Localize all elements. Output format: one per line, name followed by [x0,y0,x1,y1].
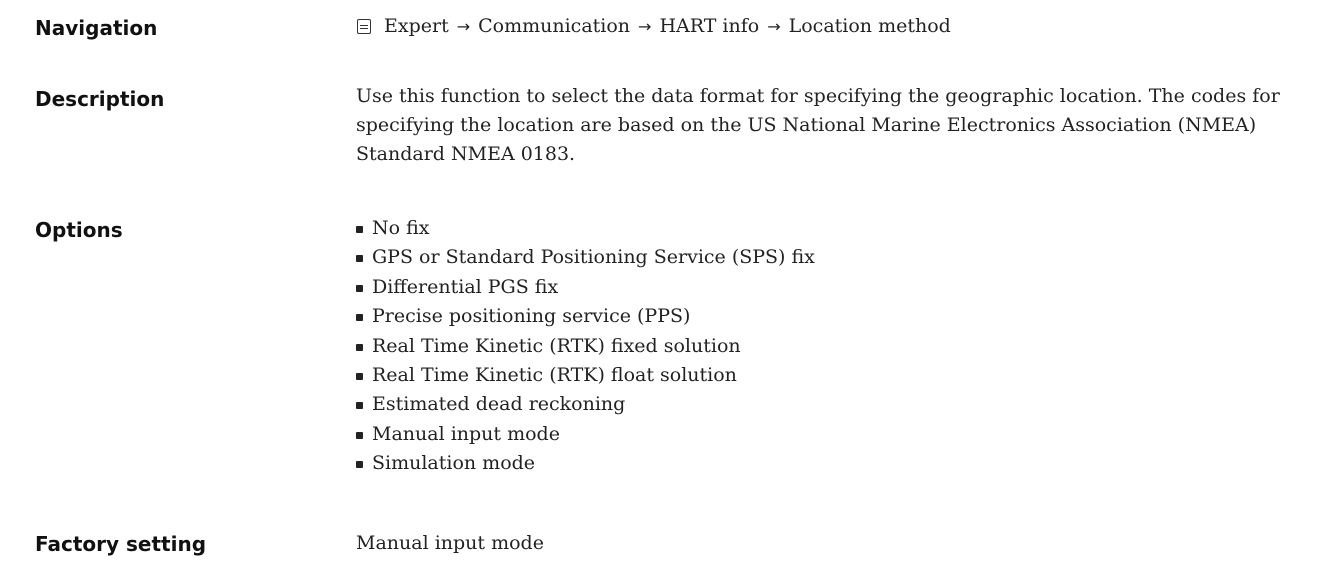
factory-setting-value: Manual input mode [356,532,544,554]
bullet-icon [356,373,363,381]
menu-icon [357,19,371,34]
bullet-icon [356,314,363,322]
option-item: GPS or Standard Positioning Service (SPS… [356,243,815,272]
nav-step-expert[interactable]: Expert [384,12,449,41]
bullet-icon [356,226,363,233]
navigation-label: Navigation [35,16,158,40]
nav-step-communication[interactable]: Communication [478,12,630,41]
option-text: Simulation mode [372,452,536,475]
nav-step-hart-info[interactable]: HART info [659,12,759,41]
option-text: Estimated dead reckoning [372,393,626,416]
option-text: Differential PGS fix [372,275,559,298]
option-item: Simulation mode [356,449,815,478]
bullet-icon [356,255,363,263]
bullet-icon [356,402,363,410]
description-text: Use this function to select the data for… [356,85,1280,165]
bullet-icon [356,343,363,351]
bullet-icon [356,284,363,292]
options-list-container: No fix GPS or Standard Positioning Servi… [356,214,815,479]
option-text: Manual input mode [372,422,560,445]
option-item: Estimated dead reckoning [356,390,815,419]
factory-setting-label: Factory setting [35,532,207,556]
option-text: No fix [372,217,430,239]
options-list: No fix GPS or Standard Positioning Servi… [356,214,815,479]
nav-step-location-method[interactable]: Location method [789,12,951,41]
option-item: Differential PGS fix [356,273,815,302]
option-text: Precise positioning service (PPS) [372,305,691,328]
option-text: Real Time Kinetic (RTK) fixed solution [372,334,741,357]
option-text: Real Time Kinetic (RTK) float solution [372,364,737,387]
description-label: Description [35,87,165,111]
navigation-path: Expert → Communication → HART info → Loc… [356,12,951,41]
option-item: Precise positioning service (PPS) [356,302,815,331]
option-text: GPS or Standard Positioning Service (SPS… [372,246,815,269]
option-item: No fix [356,214,815,243]
bullet-icon [356,461,363,469]
bullet-icon [356,431,363,439]
option-item: Manual input mode [356,420,815,449]
option-item: Real Time Kinetic (RTK) float solution [356,361,815,390]
arrow-right-icon: → [456,17,471,36]
option-item: Real Time Kinetic (RTK) fixed solution [356,332,815,361]
arrow-right-icon: → [767,17,781,36]
options-label: Options [35,218,123,242]
arrow-right-icon: → [638,17,652,36]
